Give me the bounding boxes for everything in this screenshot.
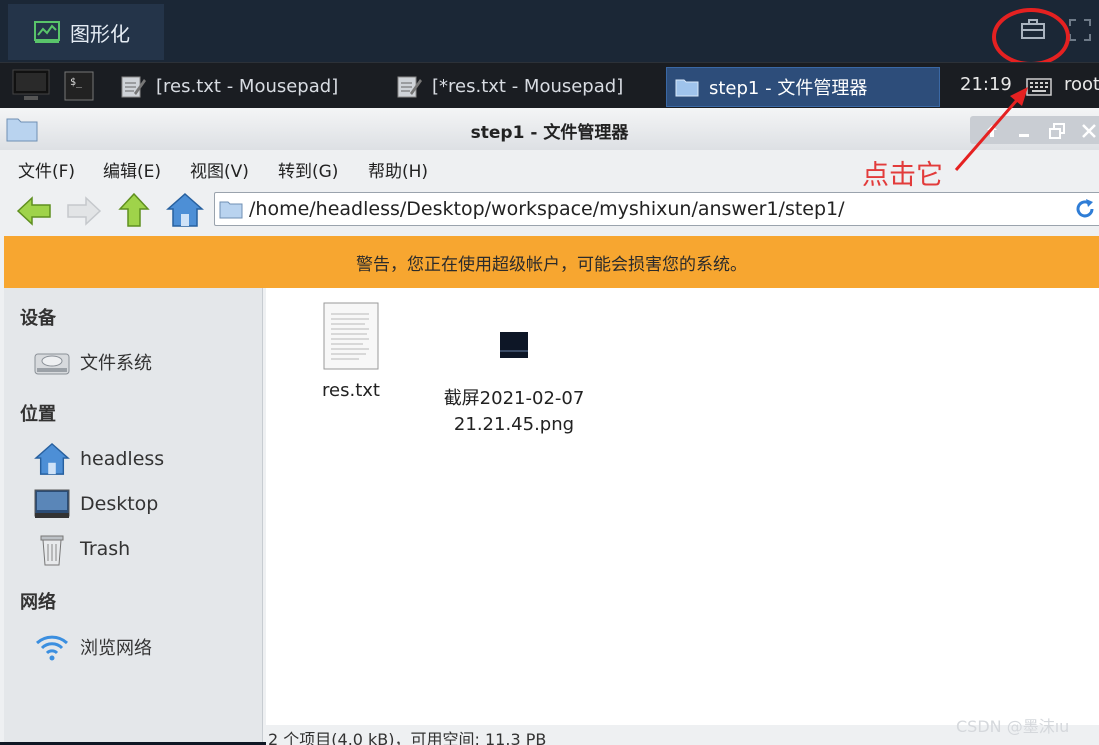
terminal-icon[interactable]: $_ [64, 71, 94, 101]
sidebar: 设备 文件系统 位置 headless Desktop Trash 网络 浏览网… [4, 288, 263, 742]
menu-edit[interactable]: 编辑(E) [103, 157, 161, 182]
window-title: step1 - 文件管理器 [470, 123, 629, 143]
task-label: [*res.txt - Mousepad] [432, 75, 624, 97]
monitor-icon[interactable] [12, 69, 50, 103]
tab-graphic[interactable]: 图形化 [8, 4, 164, 60]
home-icon[interactable] [166, 192, 204, 228]
wifi-icon [35, 635, 69, 661]
taskbar: $_ [res.txt - Mousepad] [*res.txt - Mous… [0, 62, 1099, 109]
restore-icon[interactable] [1048, 122, 1066, 140]
file-manager-window: step1 - 文件管理器 文件(F) 编辑(E) 视图(V) 转到(G) 帮助… [0, 108, 1099, 745]
menu-go[interactable]: 转到(G) [278, 157, 338, 182]
sidebar-item-label: 浏览网络 [80, 638, 152, 659]
sidebar-item-headless[interactable]: headless [34, 441, 164, 477]
image-thumbnail-icon [500, 332, 528, 358]
user-label[interactable]: root [1064, 74, 1099, 95]
tab-graphic-label: 图形化 [70, 21, 130, 46]
file-view: res.txt 截屏2021-02-07 21.21.45.png [266, 288, 1099, 728]
watermark: CSDN @墨沫ıu [956, 717, 1070, 736]
location-bar[interactable]: /home/headless/Desktop/workspace/myshixu… [214, 192, 1099, 226]
forward-arrow-icon[interactable] [66, 196, 102, 226]
editor-icon [397, 76, 422, 98]
file-name-line2: 21.21.45.png [453, 414, 575, 435]
sidebar-header-places: 位置 [20, 404, 56, 425]
task-label: step1 - 文件管理器 [709, 78, 868, 99]
back-arrow-icon[interactable] [16, 196, 52, 226]
trash-icon [40, 535, 64, 566]
task-mousepad-2[interactable]: [*res.txt - Mousepad] [392, 67, 652, 105]
sidebar-item-desktop[interactable]: Desktop [34, 486, 158, 522]
sidebar-item-filesystem[interactable]: 文件系统 [34, 344, 152, 380]
annotation-text: 点击它 [862, 160, 943, 191]
menu-help[interactable]: 帮助(H) [368, 157, 428, 182]
close-icon[interactable] [1080, 122, 1098, 140]
editor-icon [121, 76, 146, 98]
fullscreen-icon[interactable] [1068, 18, 1092, 42]
task-mousepad-1[interactable]: [res.txt - Mousepad] [116, 67, 366, 105]
chart-icon [34, 21, 60, 43]
title-bar[interactable]: step1 - 文件管理器 [0, 108, 1099, 150]
desktop-icon [34, 489, 70, 518]
annotation-arrow [954, 87, 1028, 171]
top-bar: 图形化 [0, 0, 1099, 66]
task-file-manager[interactable]: step1 - 文件管理器 [666, 67, 940, 107]
sidebar-item-label: headless [80, 448, 165, 470]
menu-file[interactable]: 文件(F) [18, 157, 75, 182]
folder-icon [219, 201, 243, 219]
drive-icon [34, 353, 70, 375]
file-item[interactable]: res.txt [306, 302, 396, 404]
sidebar-item-label: Trash [80, 538, 131, 560]
task-label: [res.txt - Mousepad] [156, 75, 339, 97]
file-name-line1: 截屏2021-02-07 [443, 388, 585, 409]
file-item[interactable]: 截屏2021-02-07 21.21.45.png [434, 332, 594, 438]
home-icon [34, 442, 70, 475]
sidebar-header-network: 网络 [20, 592, 56, 613]
status-text: 2 个项目(4.0 kB)，可用空间: 11.3 PB [268, 730, 547, 745]
up-arrow-icon[interactable] [118, 192, 150, 228]
location-path: /home/headless/Desktop/workspace/myshixu… [249, 198, 845, 220]
menu-view[interactable]: 视图(V) [190, 157, 249, 182]
folder-icon [675, 79, 699, 97]
sidebar-item-label: Desktop [80, 493, 159, 515]
sidebar-item-browse-network[interactable]: 浏览网络 [34, 629, 152, 665]
text-file-icon [323, 302, 379, 370]
reload-icon[interactable] [1073, 197, 1097, 221]
svg-text:$_: $_ [70, 77, 83, 88]
sidebar-header-devices: 设备 [20, 308, 56, 329]
sidebar-item-label: 文件系统 [80, 353, 152, 374]
file-name: res.txt [322, 380, 380, 401]
warning-banner: 警告，您正在使用超级帐户，可能会损害您的系统。 [4, 236, 1099, 288]
sidebar-item-trash[interactable]: Trash [34, 531, 130, 567]
toolbar: /home/headless/Desktop/workspace/myshixu… [0, 186, 1099, 236]
annotation-circle [992, 8, 1070, 66]
